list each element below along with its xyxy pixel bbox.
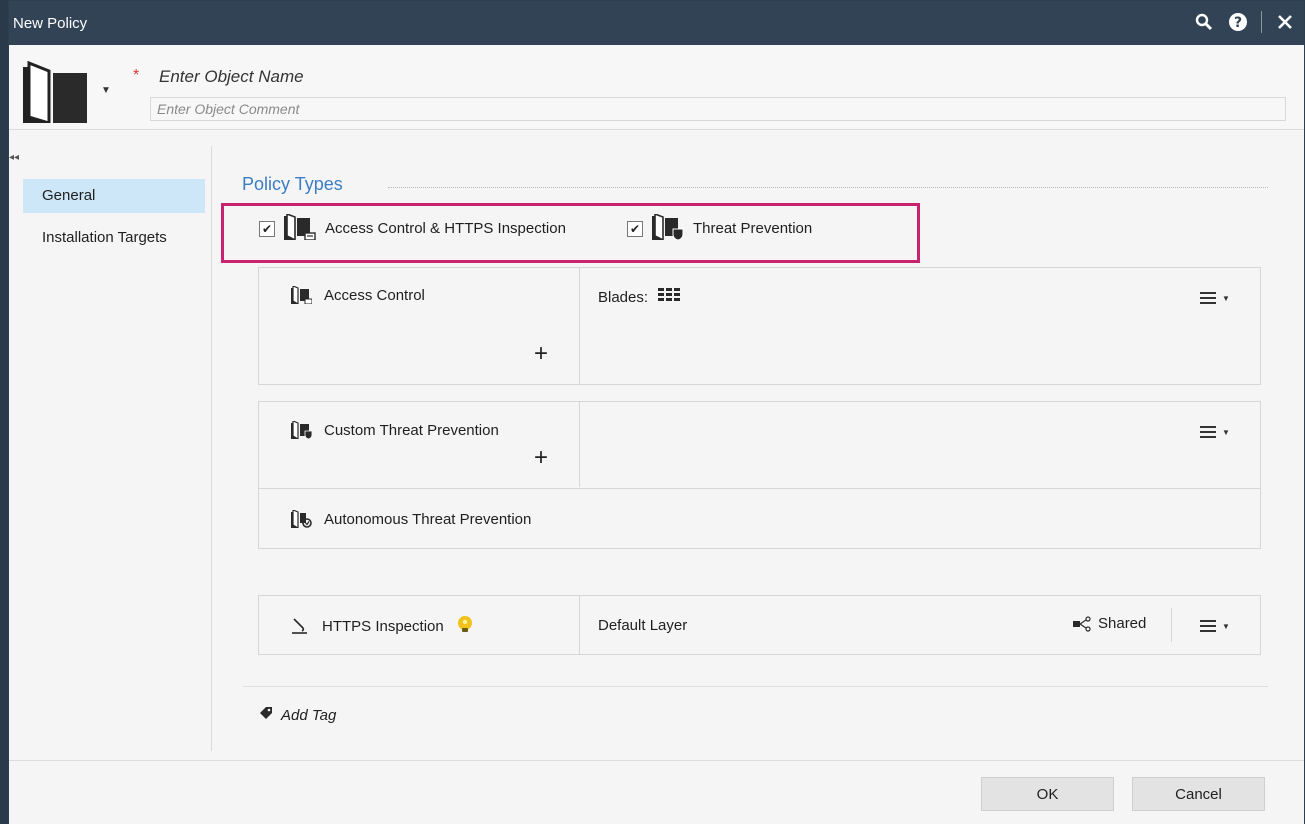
dialog-footer: OK Cancel	[9, 760, 1304, 824]
https-inspection-icon	[290, 617, 310, 635]
tag-icon	[259, 706, 273, 724]
https-layer-menu-button[interactable]: ▼	[1200, 620, 1230, 632]
title-bar-separator	[1261, 11, 1262, 33]
threat-prevention-policy-icon	[651, 212, 685, 243]
menu-icon	[1200, 426, 1216, 438]
shared-divider	[1171, 608, 1172, 642]
autonomous-threat-prevention-label: Autonomous Threat Prevention	[324, 510, 532, 528]
default-layer-text: Default Layer	[598, 617, 688, 634]
chevron-down-icon: ▼	[1222, 621, 1230, 631]
menu-icon	[1200, 620, 1216, 632]
help-icon[interactable]: ?	[1227, 9, 1249, 35]
blades-label: Blades:	[598, 288, 649, 306]
required-asterisk: *	[133, 67, 140, 84]
shared-indicator[interactable]: Shared	[1072, 615, 1146, 632]
access-control-https-option[interactable]: ✔ Access Control & HTTPS Inspection	[259, 212, 566, 243]
access-control-panel: Access Control + Blades: ▼	[258, 267, 1261, 385]
policy-types-title: Policy Types	[242, 174, 343, 194]
threat-prevention-panel: Custom Threat Prevention + ▼ Autonomous …	[258, 401, 1261, 549]
threat-prevention-option[interactable]: ✔ Threat Prevention	[627, 212, 813, 243]
sidebar-item-general[interactable]: General	[23, 179, 205, 213]
access-control-label: Access Control	[324, 286, 425, 304]
https-inspection-label: HTTPS Inspection	[322, 617, 444, 635]
window-title: New Policy	[13, 15, 88, 32]
https-inspection-layer: HTTPS Inspection	[290, 615, 474, 637]
panel-row-divider	[259, 488, 1260, 489]
share-icon	[1072, 615, 1092, 632]
new-policy-window: New Policy ? ▼ * Enter Object Name Enter	[8, 0, 1305, 824]
add-tag-link[interactable]: Add Tag	[259, 706, 336, 724]
chevron-down-icon[interactable]: ▼	[101, 85, 111, 96]
access-control-https-label: Access Control & HTTPS Inspection	[325, 220, 566, 237]
shared-label: Shared	[1098, 615, 1147, 632]
panel-divider	[579, 268, 580, 384]
search-icon[interactable]	[1193, 9, 1215, 35]
access-control-policy-icon	[283, 212, 317, 243]
threat-layer-menu-button[interactable]: ▼	[1200, 426, 1230, 438]
autonomous-threat-prevention-layer[interactable]: Autonomous Threat Prevention	[290, 510, 531, 528]
menu-icon	[1200, 292, 1216, 304]
close-icon[interactable]	[1274, 9, 1296, 35]
content-divider	[243, 686, 1268, 687]
add-tag-label: Add Tag	[281, 706, 337, 724]
access-control-https-checkbox[interactable]: ✔	[259, 220, 275, 237]
access-layer-menu-button[interactable]: ▼	[1200, 292, 1230, 304]
chevron-down-icon: ▼	[1222, 427, 1230, 437]
panel-divider	[579, 402, 580, 487]
panel-divider	[579, 596, 580, 654]
threat-prevention-checkbox[interactable]: ✔	[627, 220, 643, 237]
lightbulb-icon[interactable]	[456, 615, 474, 637]
chevron-down-icon: ▼	[1222, 293, 1230, 303]
autonomous-threat-prevention-icon	[290, 510, 312, 528]
custom-threat-prevention-label: Custom Threat Prevention	[324, 421, 499, 439]
add-threat-layer-button[interactable]: +	[534, 444, 548, 472]
custom-threat-prevention-layer: Custom Threat Prevention	[290, 421, 499, 439]
svg-text:?: ?	[1234, 15, 1242, 31]
https-inspection-panel: HTTPS Inspection Default Layer Shared ▼	[258, 595, 1261, 655]
threat-prevention-label: Threat Prevention	[693, 220, 813, 237]
sidebar-item-installation-targets[interactable]: Installation Targets	[23, 221, 205, 255]
cancel-button[interactable]: Cancel	[1132, 777, 1265, 811]
object-header: ▼ * Enter Object Name Enter Object Comme…	[9, 45, 1304, 130]
blades-grid-icon[interactable]	[658, 288, 681, 306]
access-control-icon	[290, 286, 312, 304]
title-bar: New Policy ?	[9, 1, 1304, 45]
ok-button[interactable]: OK	[981, 777, 1114, 811]
policy-book-icon[interactable]	[19, 60, 91, 126]
object-name-field[interactable]: Enter Object Name	[159, 67, 304, 87]
add-access-layer-button[interactable]: +	[534, 340, 548, 368]
section-divider	[388, 187, 1268, 188]
blades-info: Blades:	[598, 288, 681, 306]
custom-threat-prevention-icon	[290, 421, 312, 439]
access-control-layer: Access Control	[290, 286, 425, 304]
sidebar: ◂◂ General Installation Targets	[9, 146, 212, 751]
title-bar-icons: ?	[1193, 9, 1296, 35]
object-comment-field[interactable]: Enter Object Comment	[150, 97, 1286, 121]
collapse-sidebar-icon[interactable]: ◂◂	[9, 152, 19, 163]
